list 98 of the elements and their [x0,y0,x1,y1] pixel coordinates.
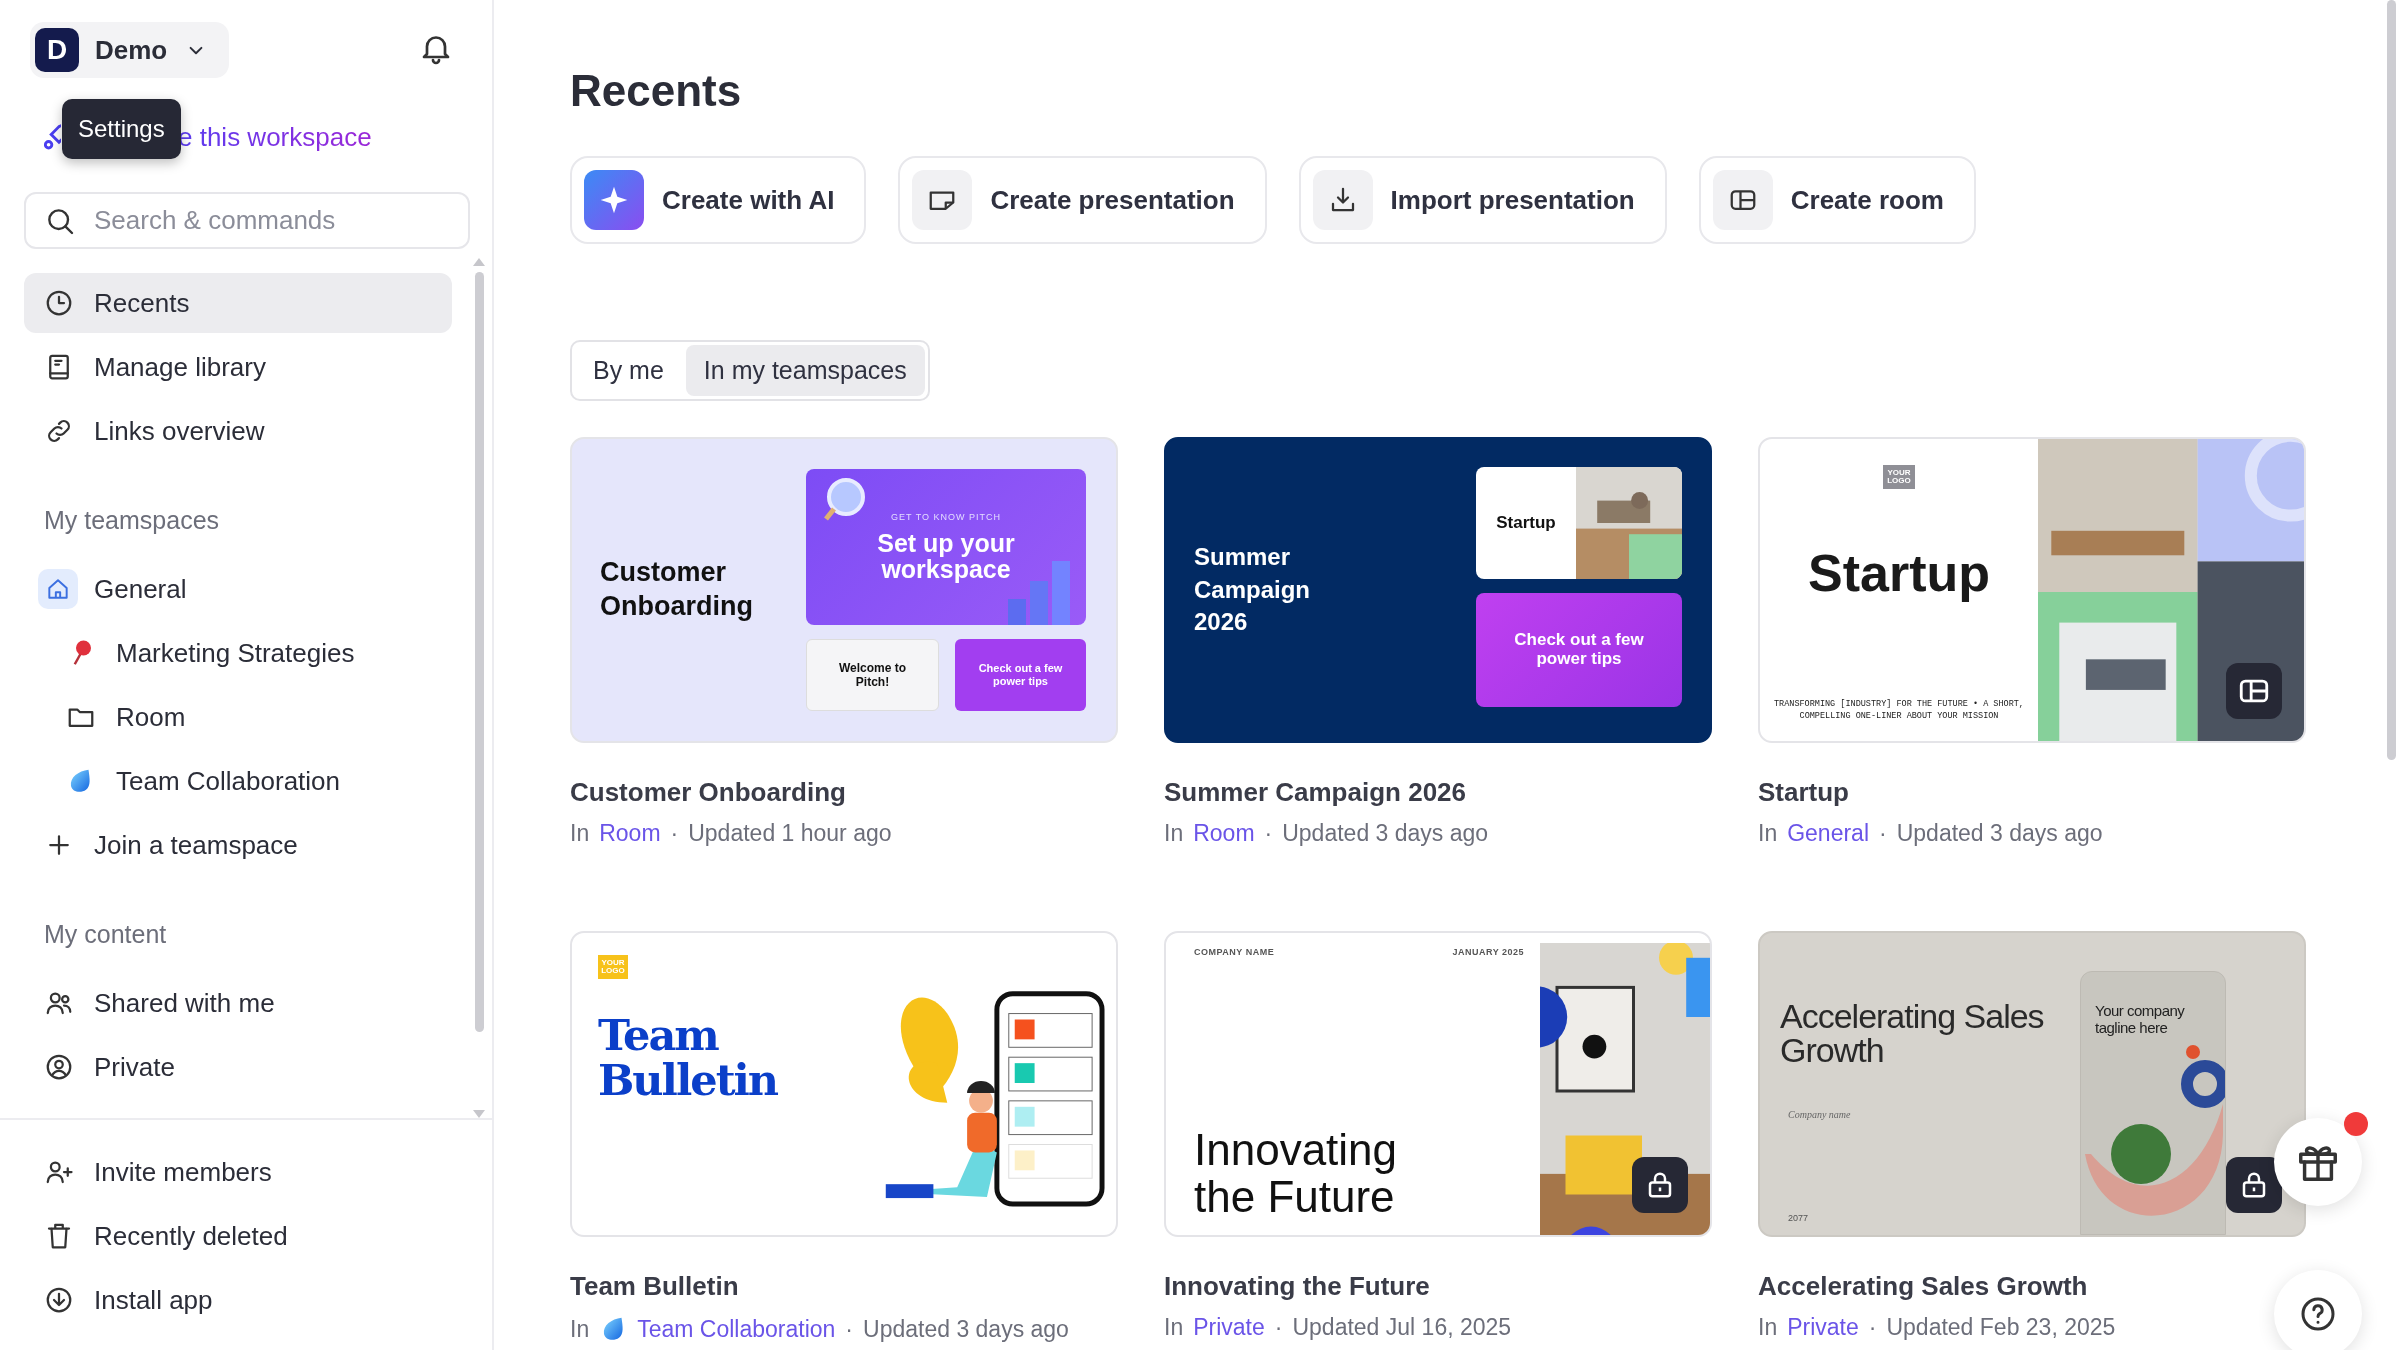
updated-time: Updated Jul 16, 2025 [1292,1314,1512,1341]
bar-chart-drawing [1008,561,1070,625]
updated-time: Updated Feb 23, 2025 [1886,1314,2116,1341]
rocket-icon [44,124,61,150]
slide-title: Innovating the Future [1194,1125,1399,1221]
lock-icon [1632,1157,1688,1213]
location-link[interactable]: Room [599,820,661,847]
scrollbar-thumb[interactable] [474,272,484,1032]
slide-preview: Startup [1476,467,1682,579]
slide-title: Team Bulletin [598,1013,779,1104]
scroll-down-icon[interactable] [473,1110,485,1118]
sidebar-item[interactable]: Install app [24,1270,452,1330]
card-title[interactable]: Innovating the Future [1164,1271,1430,1302]
slide-headline: Set up your workspace [876,529,1016,583]
sparkle-icon [584,170,644,230]
location-prefix: In [1164,820,1184,847]
location-prefix: In [570,1315,590,1343]
sidebar-item[interactable]: Manage library [24,337,452,397]
filter-tab[interactable]: In my teamspaces [685,345,925,396]
slide-eyebrow: GET TO KNOW PITCH [891,511,1001,522]
action-button[interactable]: Import presentation [1298,156,1667,244]
sidebar-item[interactable]: Links overview [24,401,452,461]
logo-placeholder: YOUR LOGO [1883,465,1915,489]
layout-icon [1712,170,1773,230]
action-button[interactable]: Create presentation [898,156,1267,244]
slide-title: Summer Campaign 2026 [1194,542,1311,638]
location-link[interactable]: Room [1193,820,1255,847]
sidebar-item[interactable]: General [24,559,452,619]
tooltip: Settings [62,99,181,159]
sidebar-item[interactable]: Room [24,687,452,747]
sidebar-item[interactable]: Private [24,1037,452,1097]
action-button[interactable]: Create with AI [570,156,867,244]
logo-placeholder: YOUR LOGO [598,955,628,979]
slide-thumbnail[interactable]: COMPANY NAME JANUARY 2025 Innovating the Future [1164,931,1712,1237]
card-title[interactable]: Summer Campaign 2026 [1164,777,1466,808]
download-icon [44,1285,74,1315]
updated-time: Updated 3 days ago [863,1315,1069,1343]
sidebar-item[interactable]: Recents [24,273,452,333]
slide-preview: Check out a few power tips [955,639,1086,711]
location-prefix: In [570,820,590,847]
separator-dot: · [1879,820,1887,847]
search-field[interactable]: Search & commands [24,192,470,249]
page-title: Recents [570,66,743,116]
separator-dot: · [670,820,679,847]
sidebar-item[interactable]: Invite members [24,1142,452,1202]
slide-date: JANUARY 2025 [1452,947,1524,957]
slide-preview: Welcome to Pitch! [806,639,939,711]
layout-icon [2226,663,2282,719]
house-icon [38,569,78,609]
slide-thumbnail[interactable]: Customer Onboarding GET TO KNOW PITCH Set up your workspace Welcome to Pitch! Check out a few power tips [570,437,1118,743]
card-title[interactable]: Accelerating Sales Growth [1758,1271,2088,1302]
action-button[interactable]: Create room [1698,156,1976,244]
sidebar-item[interactable]: Team Collaboration [24,751,452,811]
slide-thumbnail[interactable]: YOUR LOGO Startup TRANSFORMING [INDUSTRY] FOR THE FUTURE • A SHORT, COMPELLING ONE-LINER ABOUT YOUR MISSION [1758,437,2306,743]
slide-year: 2077 [1788,1213,1810,1223]
slide-title: Accelerating Sales Growth [1780,999,2045,1067]
sidebar-item[interactable]: Marketing Strategies [24,623,452,683]
slide-thumbnail[interactable]: YOUR LOGO Team Bulletin [570,931,1118,1237]
sidebar-item[interactable]: Recently deleted [24,1206,452,1266]
slide-thumbnail[interactable]: Summer Campaign 2026 Startup Check out a few power tips [1164,437,1712,743]
lock-icon [2226,1157,2282,1213]
separator-dot: · [1868,1314,1877,1341]
filter-tab[interactable]: By me [575,345,682,396]
sidebar-item[interactable]: Join a teamspace [24,815,452,875]
card-title[interactable]: Customer Onboarding [570,777,846,808]
workspace-switcher[interactable]: D Demo [30,22,230,78]
location-link[interactable]: Private [1787,1314,1859,1341]
location-prefix: In [1164,1314,1184,1341]
updated-time: Updated 3 days ago [1282,820,1489,847]
separator-dot: · [845,1315,854,1343]
clock-icon [44,288,74,318]
separator-dot: · [1274,1314,1283,1341]
updated-time: Updated 3 days ago [1896,820,2103,847]
slide-preview: Check out a few power tips [1476,593,1682,707]
location-link[interactable]: Team Collaboration [599,1314,836,1344]
section-heading: My teamspaces [43,505,221,536]
location-prefix: In [1758,1314,1778,1341]
location-link[interactable]: General [1787,820,1869,847]
location-prefix: In [1758,820,1778,847]
slide-title: Customer Onboarding [600,556,754,623]
section-heading: My content [43,919,168,950]
updated-time: Updated 1 hour ago [688,820,892,847]
person-icon [44,1052,74,1082]
sidebar-item[interactable]: Shared with me [24,973,452,1033]
slide-icon [912,170,973,230]
slide-tagline: TRANSFORMING [INDUSTRY] FOR THE FUTURE • A SHORT, COMPELLING ONE-LINER ABOUT YOUR MISSION [1773,699,2025,723]
scrollbar-thumb[interactable] [2387,0,2396,760]
location-link[interactable]: Private [1193,1314,1265,1341]
company-name: COMPANY NAME [1194,947,1275,957]
card-title[interactable]: Startup [1758,777,1849,808]
slide-thumbnail[interactable]: Accelerating Sales Growth Company name 2077 Your company tagline here [1758,931,2306,1237]
search-input[interactable]: Search & commands [92,204,450,237]
slide-preview: Your company tagline here [2080,971,2226,1235]
separator-dot: · [1264,820,1273,847]
company-name: Company name [1788,1109,1852,1120]
import-icon [1312,170,1373,230]
slide-title: Startup [1808,543,1990,603]
card-title[interactable]: Team Bulletin [570,1271,739,1302]
